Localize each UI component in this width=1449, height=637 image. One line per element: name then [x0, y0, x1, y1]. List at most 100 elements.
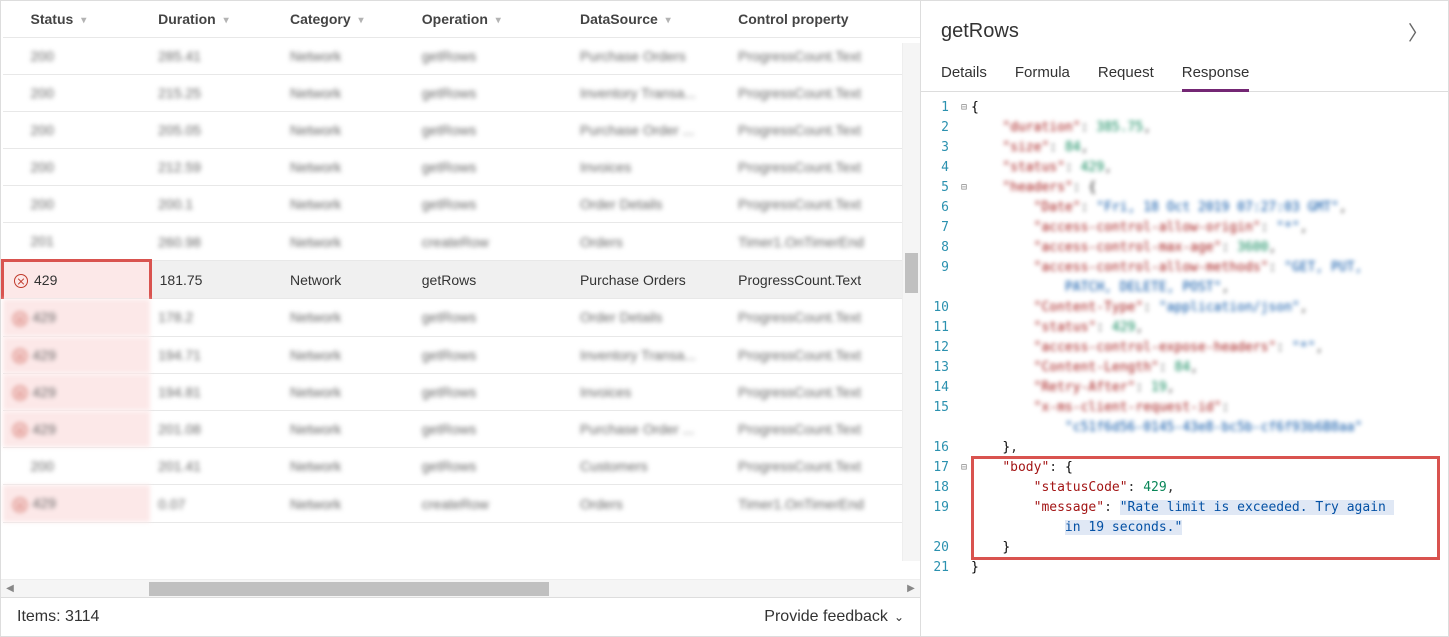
- header-label: Duration: [158, 11, 216, 27]
- cell-duration: 260.98: [150, 223, 282, 261]
- cell-control: ProgressCount.Text: [730, 149, 920, 186]
- code-content: }: [971, 538, 1448, 558]
- line-number: 2: [927, 118, 957, 138]
- vertical-scrollbar[interactable]: [902, 43, 920, 561]
- column-header-operation[interactable]: Operation ▾: [414, 1, 572, 38]
- next-arrow-icon[interactable]: 〉: [1408, 17, 1428, 46]
- tab-response[interactable]: Response: [1182, 64, 1250, 92]
- cell-status: 200: [3, 38, 151, 75]
- cell-duration: 205.05: [150, 112, 282, 149]
- code-content: "duration": 385.75,: [971, 118, 1448, 138]
- table-row[interactable]: 200285.41NetworkgetRowsPurchase OrdersPr…: [3, 38, 921, 75]
- cell-status: 200: [3, 112, 151, 149]
- error-circle-icon: [14, 274, 28, 288]
- scrollbar-thumb[interactable]: [905, 253, 918, 293]
- scroll-right-icon[interactable]: ▶: [902, 583, 920, 594]
- cell-status: 200: [3, 186, 151, 223]
- cell-operation: getRows: [414, 149, 572, 186]
- table-row[interactable]: 200212.59NetworkgetRowsInvoicesProgressC…: [3, 149, 921, 186]
- line-number: 12: [927, 338, 957, 358]
- cell-status: 200: [3, 75, 151, 112]
- table-scroll-region: Status ▾ Duration ▾ Category ▾ Operati: [1, 1, 920, 579]
- scrollbar-track[interactable]: [19, 582, 902, 596]
- filter-icon[interactable]: ▾: [81, 15, 86, 26]
- line-number: 3: [927, 138, 957, 158]
- cell-duration: 181.75: [150, 261, 282, 299]
- code-line: 10 "Content-Type": "application/json",: [927, 298, 1448, 318]
- filter-icon[interactable]: ▾: [666, 15, 671, 26]
- line-number: 16: [927, 438, 957, 458]
- cell-datasource: Orders: [572, 485, 730, 522]
- table-row[interactable]: 200215.25NetworkgetRowsInventory Transa.…: [3, 75, 921, 112]
- table-footer: Items: 3114 Provide feedback ⌄: [1, 597, 920, 636]
- table-row[interactable]: 429194.81NetworkgetRowsInvoicesProgressC…: [3, 373, 921, 410]
- horizontal-scrollbar[interactable]: ◀ ▶: [1, 579, 920, 597]
- fold-toggle-icon[interactable]: ⊟: [957, 98, 971, 118]
- chevron-down-icon: ⌄: [894, 610, 904, 624]
- fold-toggle-icon[interactable]: ⊟: [957, 458, 971, 478]
- cell-datasource: Purchase Orders: [572, 261, 730, 299]
- line-number: 17: [927, 458, 957, 478]
- table-row[interactable]: 200201.41NetworkgetRowsCustomersProgress…: [3, 448, 921, 485]
- scrollbar-thumb[interactable]: [149, 582, 549, 596]
- monitor-panel: Status ▾ Duration ▾ Category ▾ Operati: [1, 1, 921, 636]
- cell-category: Network: [282, 336, 414, 373]
- app-root: Status ▾ Duration ▾ Category ▾ Operati: [0, 0, 1449, 637]
- cell-duration: 212.59: [150, 149, 282, 186]
- column-header-status[interactable]: Status ▾: [3, 1, 151, 38]
- column-header-control[interactable]: Control property: [730, 1, 920, 38]
- fold-toggle-icon[interactable]: ⊟: [957, 178, 971, 198]
- table-row[interactable]: 4290.07NetworkcreateRowOrdersTimer1.OnTi…: [3, 485, 921, 522]
- code-line: 3 "size": 84,: [927, 138, 1448, 158]
- line-number: 10: [927, 298, 957, 318]
- table-row[interactable]: 200200.1NetworkgetRowsOrder DetailsProgr…: [3, 186, 921, 223]
- table-row[interactable]: 429181.75NetworkgetRowsPurchase OrdersPr…: [3, 261, 921, 299]
- code-line: 17⊟ "body": {: [927, 458, 1448, 478]
- code-line: 13 "Content-Length": 84,: [927, 358, 1448, 378]
- cell-duration: 194.81: [150, 373, 282, 410]
- line-number: 11: [927, 318, 957, 338]
- cell-datasource: Invoices: [572, 373, 730, 410]
- cell-operation: getRows: [414, 299, 572, 336]
- line-number: 8: [927, 238, 957, 258]
- code-content: "Date": "Fri, 18 Oct 2019 07:27:03 GMT",: [971, 198, 1448, 218]
- cell-category: Network: [282, 149, 414, 186]
- detail-tabs: Details Formula Request Response: [921, 56, 1448, 92]
- cell-operation: createRow: [414, 485, 572, 522]
- tab-formula[interactable]: Formula: [1015, 64, 1070, 91]
- code-content: "access-control-allow-methods": "GET, PU…: [971, 258, 1448, 298]
- code-content: {: [971, 98, 1448, 118]
- column-header-datasource[interactable]: DataSource ▾: [572, 1, 730, 38]
- code-line: 20 }: [927, 538, 1448, 558]
- cell-duration: 201.41: [150, 448, 282, 485]
- cell-duration: 201.08: [150, 411, 282, 448]
- column-header-duration[interactable]: Duration ▾: [150, 1, 282, 38]
- cell-operation: getRows: [414, 261, 572, 299]
- table-row[interactable]: 429178.2NetworkgetRowsOrder DetailsProgr…: [3, 299, 921, 336]
- table-row[interactable]: 201260.98NetworkcreateRowOrdersTimer1.On…: [3, 223, 921, 261]
- table-row[interactable]: 200205.05NetworkgetRowsPurchase Order ..…: [3, 112, 921, 149]
- code-content: "body": {: [971, 458, 1448, 478]
- response-code-viewer[interactable]: 1⊟{2 "duration": 385.75,3 "size": 84,4 "…: [921, 92, 1448, 636]
- provide-feedback-button[interactable]: Provide feedback ⌄: [764, 608, 904, 626]
- table-row[interactable]: 429201.08NetworkgetRowsPurchase Order ..…: [3, 411, 921, 448]
- table-row[interactable]: 429194.71NetworkgetRowsInventory Transa.…: [3, 336, 921, 373]
- column-header-category[interactable]: Category ▾: [282, 1, 414, 38]
- detail-panel: getRows 〉 Details Formula Request Respon…: [921, 1, 1448, 636]
- tab-details[interactable]: Details: [941, 64, 987, 91]
- line-number: 4: [927, 158, 957, 178]
- filter-icon[interactable]: ▾: [224, 15, 229, 26]
- cell-status: 429: [3, 299, 151, 336]
- cell-duration: 0.07: [150, 485, 282, 522]
- code-line: 4 "status": 429,: [927, 158, 1448, 178]
- scroll-left-icon[interactable]: ◀: [1, 583, 19, 594]
- line-number: 1: [927, 98, 957, 118]
- cell-duration: 215.25: [150, 75, 282, 112]
- error-circle-icon: [13, 312, 27, 326]
- cell-datasource: Inventory Transa...: [572, 75, 730, 112]
- tab-request[interactable]: Request: [1098, 64, 1154, 91]
- code-content: "headers": {: [971, 178, 1448, 198]
- cell-control: ProgressCount.Text: [730, 411, 920, 448]
- filter-icon[interactable]: ▾: [359, 15, 364, 26]
- filter-icon[interactable]: ▾: [496, 15, 501, 26]
